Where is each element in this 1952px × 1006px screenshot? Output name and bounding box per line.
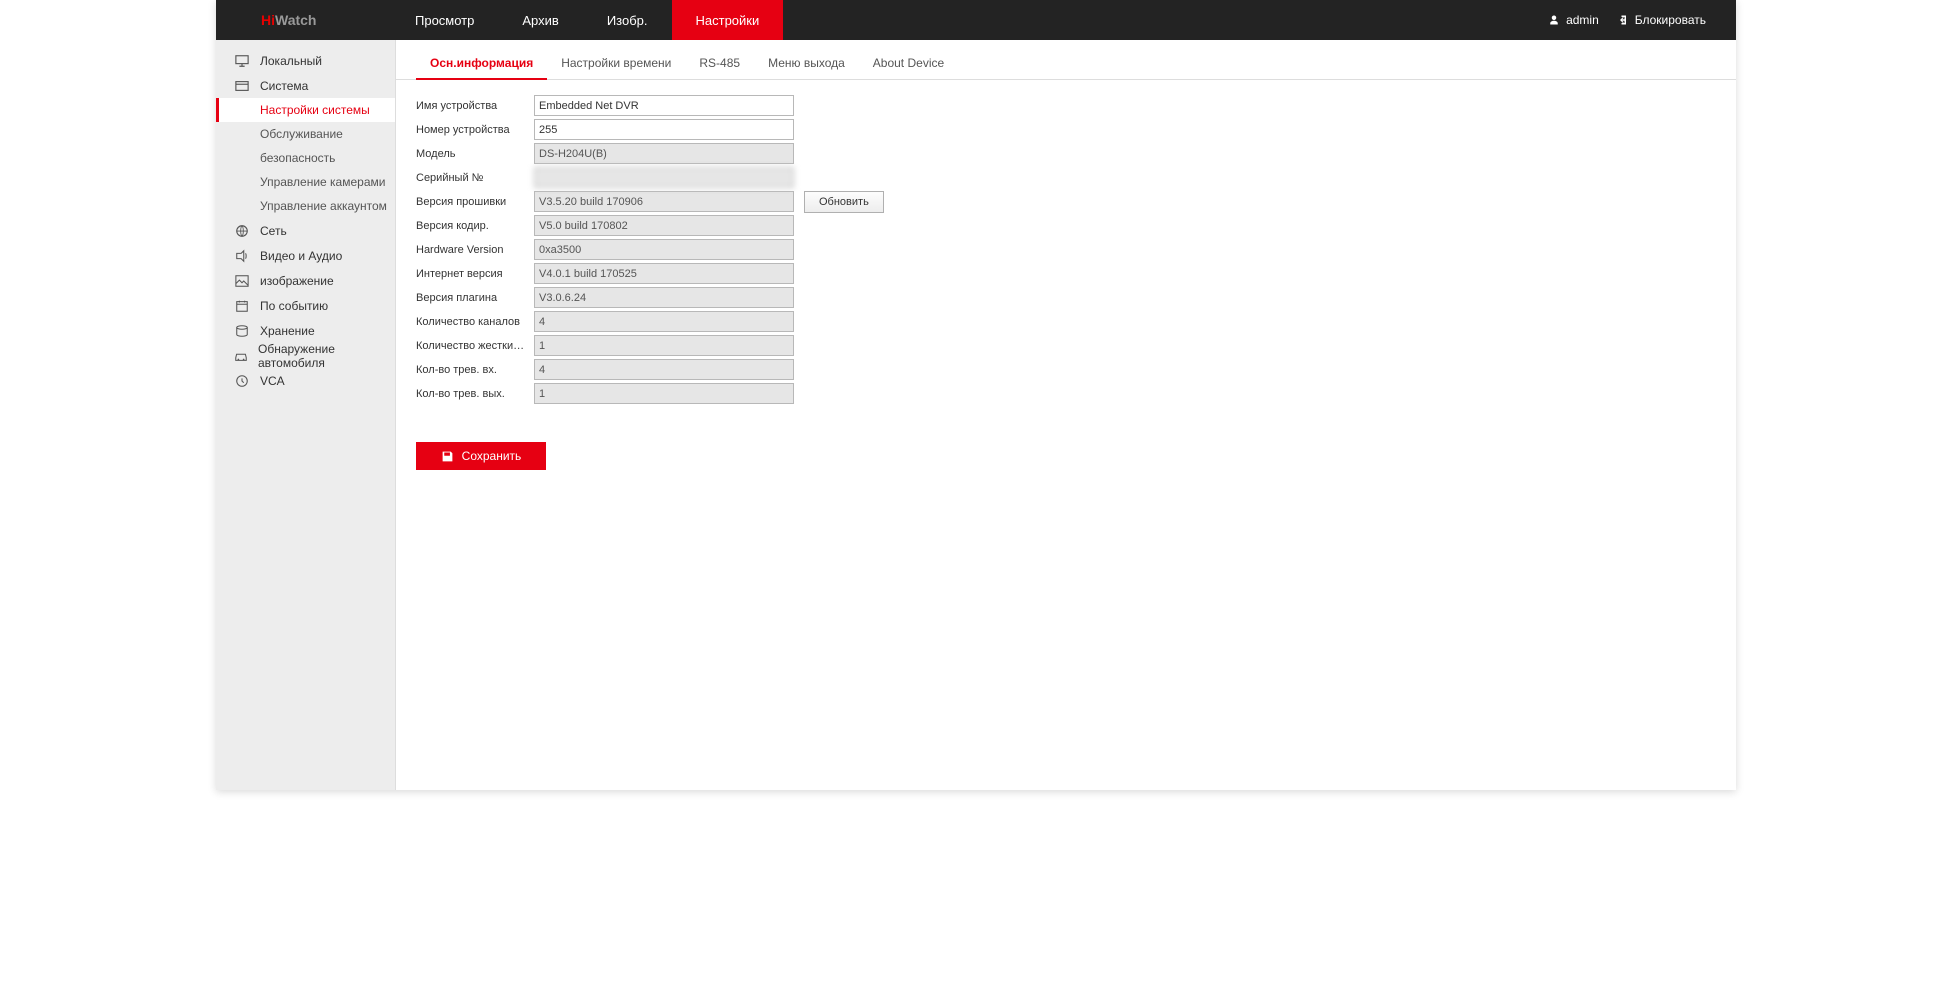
tab-rs485[interactable]: RS-485 <box>685 48 754 79</box>
brand-hi: Hi <box>261 12 275 28</box>
brand-logo: HiWatch <box>216 0 391 40</box>
label-plugin-version: Версия плагина <box>416 292 534 304</box>
sidebar-item-label: Обнаружение автомобиля <box>258 342 385 370</box>
calendar-icon <box>234 298 250 314</box>
top-bar: HiWatch Просмотр Архив Изобр. Настройки … <box>216 0 1736 40</box>
label-serial: Серийный № <box>416 172 534 184</box>
sidebar-item-label: Сеть <box>260 224 287 238</box>
input-enc-version <box>534 215 794 236</box>
input-hw-version <box>534 239 794 260</box>
sidebar: Локальный Система Настройки системы Обсл… <box>216 40 396 790</box>
logout-icon <box>1617 14 1629 26</box>
sidebar-item-local[interactable]: Локальный <box>216 48 395 73</box>
sidebar-item-event[interactable]: По событию <box>216 293 395 318</box>
tab-output-menu[interactable]: Меню выхода <box>754 48 859 79</box>
save-icon <box>441 450 454 463</box>
sidebar-item-label: Хранение <box>260 324 315 338</box>
label-channels: Количество каналов <box>416 316 534 328</box>
vca-icon <box>234 373 250 389</box>
storage-icon <box>234 323 250 339</box>
sidebar-item-label: Видео и Аудио <box>260 249 342 263</box>
input-model <box>534 143 794 164</box>
av-icon <box>234 248 250 264</box>
input-plugin-version <box>534 287 794 308</box>
input-fw-version <box>534 191 794 212</box>
input-alarm-out <box>534 383 794 404</box>
label-model: Модель <box>416 148 534 160</box>
sidebar-sub-system-settings[interactable]: Настройки системы <box>216 98 395 122</box>
topnav-settings[interactable]: Настройки <box>672 0 784 40</box>
input-alarm-in <box>534 359 794 380</box>
sidebar-sub-camera-mgmt[interactable]: Управление камерами <box>216 170 395 194</box>
sidebar-item-label: По событию <box>260 299 328 313</box>
device-info-form: Имя устройства Номер устройства Модель С… <box>396 80 1736 484</box>
sidebar-item-vehicle[interactable]: Обнаружение автомобиля <box>216 343 395 368</box>
update-button[interactable]: Обновить <box>804 191 884 213</box>
sidebar-sub-account-mgmt[interactable]: Управление аккаунтом <box>216 194 395 218</box>
save-button[interactable]: Сохранить <box>416 442 546 470</box>
label-device-no: Номер устройства <box>416 124 534 136</box>
sidebar-sub-security[interactable]: безопасность <box>216 146 395 170</box>
user-icon <box>1548 14 1560 26</box>
label-web-version: Интернет версия <box>416 268 534 280</box>
sidebar-item-system[interactable]: Система <box>216 73 395 98</box>
user-menu[interactable]: admin <box>1548 13 1599 27</box>
top-nav: Просмотр Архив Изобр. Настройки <box>391 0 783 40</box>
user-name: admin <box>1566 13 1599 27</box>
sidebar-item-label: Локальный <box>260 54 322 68</box>
sidebar-item-storage[interactable]: Хранение <box>216 318 395 343</box>
globe-icon <box>234 223 250 239</box>
system-icon <box>234 78 250 94</box>
input-hdds <box>534 335 794 356</box>
content-area: Осн.информация Настройки времени RS-485 … <box>396 40 1736 790</box>
save-label: Сохранить <box>462 449 522 463</box>
sidebar-item-network[interactable]: Сеть <box>216 218 395 243</box>
sidebar-sub-maintenance[interactable]: Обслуживание <box>216 122 395 146</box>
label-enc-version: Версия кодир. <box>416 220 534 232</box>
sidebar-item-vca[interactable]: VCA <box>216 368 395 393</box>
tabs-bar: Осн.информация Настройки времени RS-485 … <box>396 48 1736 80</box>
lock-button[interactable]: Блокировать <box>1617 13 1706 27</box>
topnav-image[interactable]: Изобр. <box>583 0 672 40</box>
tab-time-settings[interactable]: Настройки времени <box>547 48 685 79</box>
sidebar-item-image[interactable]: изображение <box>216 268 395 293</box>
label-fw-version: Версия прошивки <box>416 196 534 208</box>
sidebar-item-av[interactable]: Видео и Аудио <box>216 243 395 268</box>
input-web-version <box>534 263 794 284</box>
tab-basic-info[interactable]: Осн.информация <box>416 48 547 80</box>
input-channels <box>534 311 794 332</box>
sidebar-item-label: Система <box>260 79 308 93</box>
brand-watch: Watch <box>275 12 316 28</box>
lock-label: Блокировать <box>1635 13 1706 27</box>
sidebar-item-label: VCA <box>260 374 285 388</box>
tab-about-device[interactable]: About Device <box>859 48 958 79</box>
topbar-right: admin Блокировать <box>1548 0 1736 40</box>
sidebar-item-label: изображение <box>260 274 334 288</box>
input-serial <box>534 167 794 188</box>
label-alarm-in: Кол-во трев. вх. <box>416 364 534 376</box>
label-hdds: Количество жестких дис... <box>416 340 534 352</box>
topnav-archive[interactable]: Архив <box>498 0 582 40</box>
topnav-preview[interactable]: Просмотр <box>391 0 498 40</box>
input-device-no[interactable] <box>534 119 794 140</box>
label-hw-version: Hardware Version <box>416 244 534 256</box>
label-alarm-out: Кол-во трев. вых. <box>416 388 534 400</box>
label-device-name: Имя устройства <box>416 100 534 112</box>
car-icon <box>234 348 248 364</box>
input-device-name[interactable] <box>534 95 794 116</box>
monitor-icon <box>234 53 250 69</box>
image-icon <box>234 273 250 289</box>
